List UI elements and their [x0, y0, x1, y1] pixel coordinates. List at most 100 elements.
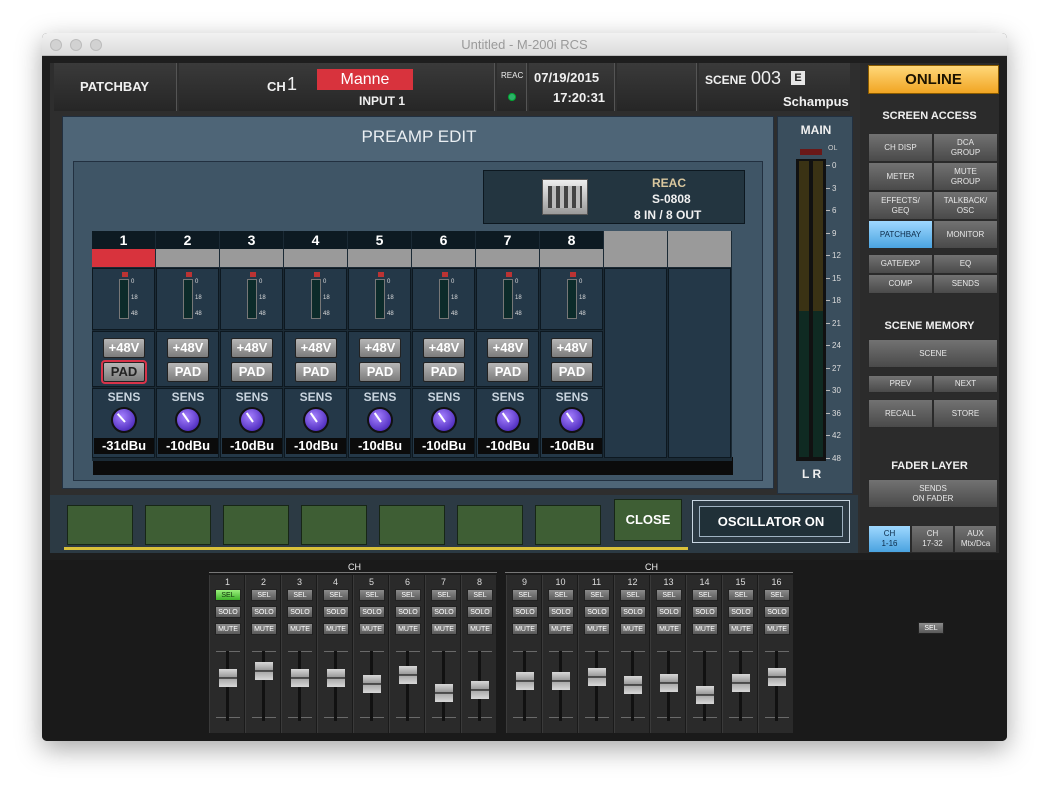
solo-button[interactable]: SOLO: [728, 606, 754, 618]
sel-button[interactable]: SEL: [548, 589, 574, 601]
solo-button[interactable]: SOLO: [251, 606, 277, 618]
sel-button[interactable]: SEL: [287, 589, 313, 601]
screen-access-effects-geq[interactable]: EFFECTS/ GEQ: [868, 191, 933, 220]
channel-header[interactable]: CH 1 Manne INPUT 1: [179, 63, 495, 111]
mute-button[interactable]: MUTE: [323, 623, 349, 635]
fader-cap[interactable]: [255, 661, 273, 680]
online-button[interactable]: ONLINE: [868, 65, 999, 94]
screen-access-monitor[interactable]: MONITOR: [933, 220, 998, 249]
mute-button[interactable]: MUTE: [287, 623, 313, 635]
mute-button[interactable]: MUTE: [692, 623, 718, 635]
mute-button[interactable]: MUTE: [251, 623, 277, 635]
solo-button[interactable]: SOLO: [692, 606, 718, 618]
fader-layer-1-button[interactable]: CH 1-16: [868, 525, 911, 553]
phantom-48v-button[interactable]: +48V: [423, 338, 465, 358]
screen-access-dca-group[interactable]: DCA GROUP: [933, 133, 998, 162]
channel-number-1[interactable]: 1: [92, 231, 155, 249]
mute-button[interactable]: MUTE: [359, 623, 385, 635]
phantom-48v-button[interactable]: +48V: [359, 338, 401, 358]
sens-knob[interactable]: [559, 407, 585, 433]
sel-button[interactable]: SEL: [620, 589, 646, 601]
user-bank-button[interactable]: [535, 505, 601, 545]
fader-cap[interactable]: [327, 669, 345, 687]
phantom-48v-button[interactable]: +48V: [103, 338, 145, 358]
channel-number-6[interactable]: 6: [412, 231, 475, 249]
sens-knob[interactable]: [175, 407, 201, 433]
fader-cap[interactable]: [588, 667, 606, 686]
sel-button[interactable]: SEL: [215, 589, 241, 601]
sel-button[interactable]: SEL: [728, 589, 754, 601]
aux-comp[interactable]: COMP: [868, 274, 933, 294]
pad-button[interactable]: PAD: [551, 362, 593, 382]
pad-button[interactable]: PAD: [487, 362, 529, 382]
channel-number-5[interactable]: 5: [348, 231, 411, 249]
sel-button[interactable]: SEL: [764, 589, 790, 601]
phantom-48v-button[interactable]: +48V: [295, 338, 337, 358]
sens-knob[interactable]: [111, 407, 137, 433]
solo-button[interactable]: SOLO: [215, 606, 241, 618]
solo-button[interactable]: SOLO: [512, 606, 538, 618]
screen-access-meter[interactable]: METER: [868, 162, 933, 191]
mute-button[interactable]: MUTE: [431, 623, 457, 635]
pad-button[interactable]: PAD: [231, 362, 273, 382]
solo-button[interactable]: SOLO: [584, 606, 610, 618]
channel-number-8[interactable]: 8: [540, 231, 603, 249]
channel-number-2[interactable]: 2: [156, 231, 219, 249]
fader-cap[interactable]: [291, 669, 309, 687]
sel-button[interactable]: SEL: [359, 589, 385, 601]
screen-access-patchbay[interactable]: PATCHBAY: [868, 220, 933, 249]
user-bank-button[interactable]: [301, 505, 367, 545]
solo-button[interactable]: SOLO: [620, 606, 646, 618]
pad-button[interactable]: PAD: [295, 362, 337, 382]
fader-cap[interactable]: [516, 672, 534, 690]
solo-button[interactable]: SOLO: [431, 606, 457, 618]
scene-button[interactable]: SCENE: [868, 339, 998, 368]
sel-button[interactable]: SEL: [467, 589, 493, 601]
fader-cap[interactable]: [768, 667, 786, 686]
screen-access-mute-group[interactable]: MUTE GROUP: [933, 162, 998, 191]
solo-button[interactable]: SOLO: [287, 606, 313, 618]
solo-button[interactable]: SOLO: [548, 606, 574, 618]
mute-button[interactable]: MUTE: [467, 623, 493, 635]
user-bank-button[interactable]: [223, 505, 289, 545]
sel-button[interactable]: SEL: [584, 589, 610, 601]
mute-button[interactable]: MUTE: [620, 623, 646, 635]
solo-button[interactable]: SOLO: [395, 606, 421, 618]
close-button[interactable]: CLOSE: [614, 499, 682, 541]
fader-cap[interactable]: [660, 673, 678, 692]
solo-button[interactable]: SOLO: [764, 606, 790, 618]
sel-button[interactable]: SEL: [431, 589, 457, 601]
phantom-48v-button[interactable]: +48V: [551, 338, 593, 358]
pad-button[interactable]: PAD: [359, 362, 401, 382]
mute-button[interactable]: MUTE: [395, 623, 421, 635]
sel-button[interactable]: SEL: [512, 589, 538, 601]
sens-knob[interactable]: [495, 407, 521, 433]
master-sel-button[interactable]: SEL: [918, 622, 944, 634]
fader-cap[interactable]: [552, 672, 570, 690]
channel-number-3[interactable]: 3: [220, 231, 283, 249]
oscillator-button[interactable]: OSCILLATOR ON: [699, 506, 843, 537]
user-bank-button[interactable]: [67, 505, 133, 545]
fader-cap[interactable]: [471, 681, 489, 699]
phantom-48v-button[interactable]: +48V: [167, 338, 209, 358]
next-button[interactable]: NEXT: [933, 375, 998, 393]
user-bank-button[interactable]: [457, 505, 523, 545]
fader-cap[interactable]: [732, 673, 750, 692]
fader-cap[interactable]: [696, 685, 714, 704]
solo-button[interactable]: SOLO: [467, 606, 493, 618]
fader-cap[interactable]: [219, 669, 237, 687]
sens-knob[interactable]: [367, 407, 393, 433]
store-button[interactable]: STORE: [933, 399, 998, 428]
aux-gate-exp[interactable]: GATE/EXP: [868, 254, 933, 274]
screen-access-ch-disp[interactable]: CH DISP: [868, 133, 933, 162]
scene-header[interactable]: SCENE 003 E Schampus: [699, 63, 850, 111]
sel-button[interactable]: SEL: [692, 589, 718, 601]
pad-button[interactable]: PAD: [167, 362, 209, 382]
mute-button[interactable]: MUTE: [548, 623, 574, 635]
sel-button[interactable]: SEL: [395, 589, 421, 601]
screen-access-talkback-osc[interactable]: TALKBACK/ OSC: [933, 191, 998, 220]
sens-knob[interactable]: [431, 407, 457, 433]
phantom-48v-button[interactable]: +48V: [231, 338, 273, 358]
sends-on-fader-button[interactable]: SENDS ON FADER: [868, 479, 998, 508]
aux-eq[interactable]: EQ: [933, 254, 998, 274]
